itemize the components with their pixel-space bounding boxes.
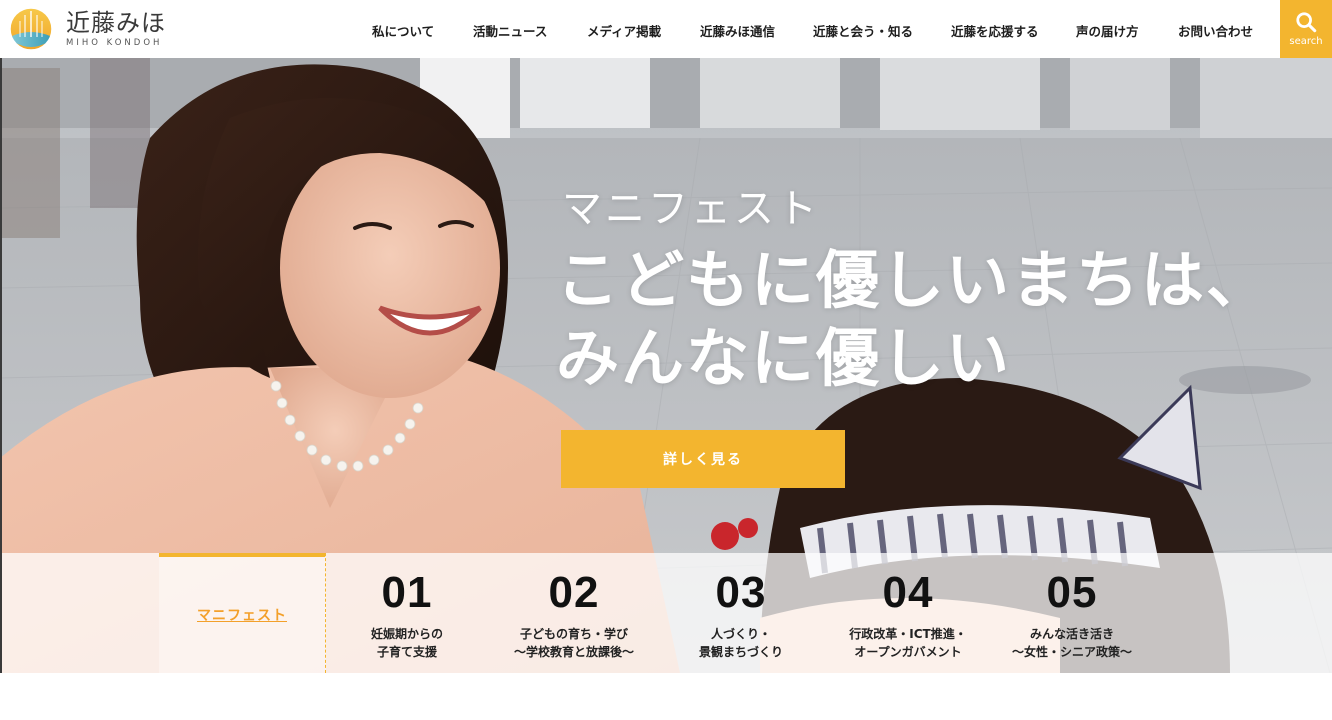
nav-voice[interactable]: 声の届け方	[1076, 21, 1139, 40]
nav-meet[interactable]: 近藤と会う・知る	[813, 21, 913, 40]
page-below-fold	[0, 673, 1332, 720]
manifesto-item-label: 妊娠期からの 子育て支援	[322, 625, 492, 661]
hero-text-block: マニフェスト こどもに優しいまちは、 みんなに優しい	[556, 176, 1271, 398]
logo-mark-icon	[9, 7, 53, 51]
manifesto-item-line1: 子どもの育ち・学び	[519, 627, 628, 641]
manifesto-item-line2: オープンガバメント	[854, 645, 962, 659]
manifesto-item-04[interactable]: 04 行政改革・ICT推進・ オープンガバメント	[823, 569, 993, 661]
hero-title-line-2: みんなに優しい	[556, 322, 1011, 395]
manifesto-tab-label: マニフェスト	[197, 608, 287, 624]
hero-title-line-1: こどもに優しいまちは、	[556, 244, 1271, 317]
manifesto-item-05[interactable]: 05 みんな活き活き ～女性・シニア政策～	[987, 569, 1157, 661]
manifesto-item-number: 05	[1046, 568, 1098, 617]
search-button[interactable]: search	[1280, 0, 1332, 58]
manifesto-item-line2: 景観まちづくり	[698, 645, 783, 659]
left-edge-divider	[0, 58, 2, 673]
search-icon	[1296, 12, 1317, 33]
hero-eyebrow: マニフェスト	[562, 186, 820, 232]
manifesto-item-label: 行政改革・ICT推進・ オープンガバメント	[823, 625, 993, 661]
manifesto-item-number: 03	[715, 568, 767, 617]
logo-name: 近藤みほ	[66, 9, 166, 37]
site-header: 近藤みほ MIHO KONDOH 私について 活動ニュース メディア掲載 近藤み…	[0, 0, 1332, 58]
manifesto-item-02[interactable]: 02 子どもの育ち・学び ～学校教育と放課後～	[489, 569, 659, 661]
hero-section: マニフェスト こどもに優しいまちは、 みんなに優しい 詳しく見る マニフェスト …	[0, 58, 1332, 673]
manifesto-item-line1: みんな活き活き	[1029, 627, 1114, 641]
details-button[interactable]: 詳しく見る	[561, 430, 845, 488]
manifesto-item-line1: 妊娠期からの	[370, 627, 443, 641]
manifesto-item-03[interactable]: 03 人づくり・ 景観まちづくり	[656, 569, 826, 661]
nav-activity-news[interactable]: 活動ニュース	[473, 21, 547, 40]
search-label: search	[1289, 36, 1323, 47]
logo-text: 近藤みほ MIHO KONDOH	[66, 10, 166, 48]
manifesto-item-line1: 人づくり・	[710, 627, 771, 641]
manifesto-tab[interactable]: マニフェスト	[159, 553, 326, 673]
manifesto-item-number: 01	[381, 568, 433, 617]
manifesto-strip: マニフェスト 01 妊娠期からの 子育て支援 02 子どもの育ち・学び ～学校教…	[0, 553, 1332, 673]
manifesto-item-label: 人づくり・ 景観まちづくり	[656, 625, 826, 661]
manifesto-item-label: 子どもの育ち・学び ～学校教育と放課後～	[489, 625, 659, 661]
site-logo[interactable]: 近藤みほ MIHO KONDOH	[8, 6, 166, 52]
manifesto-item-number: 04	[882, 568, 934, 617]
nav-about[interactable]: 私について	[372, 21, 434, 40]
manifesto-item-label: みんな活き活き ～女性・シニア政策～	[987, 625, 1157, 661]
manifesto-item-number: 02	[548, 568, 600, 617]
logo-subtitle: MIHO KONDOH	[66, 38, 163, 48]
nav-support[interactable]: 近藤を応援する	[951, 21, 1039, 40]
nav-media[interactable]: メディア掲載	[587, 21, 661, 40]
manifesto-item-01[interactable]: 01 妊娠期からの 子育て支援	[322, 569, 492, 661]
manifesto-item-line2: 子育て支援	[376, 645, 437, 659]
nav-contact[interactable]: お問い合わせ	[1178, 21, 1253, 40]
nav-newsletter[interactable]: 近藤みほ通信	[700, 21, 775, 40]
manifesto-item-line2: ～学校教育と放課後～	[513, 645, 634, 659]
manifesto-item-line2: ～女性・シニア政策～	[1011, 645, 1132, 659]
manifesto-item-line1: 行政改革・ICT推進・	[849, 627, 967, 641]
